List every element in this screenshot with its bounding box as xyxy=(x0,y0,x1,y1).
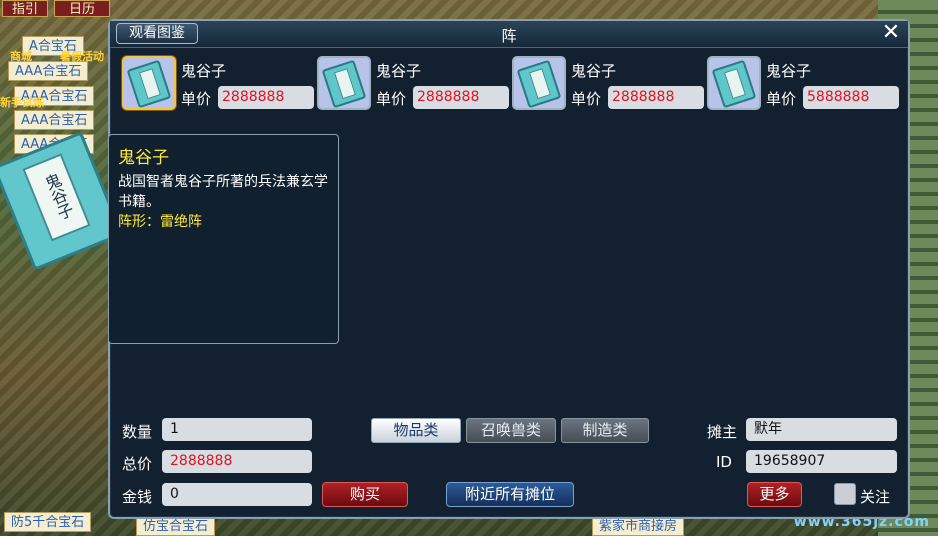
item-name: 鬼谷子 xyxy=(571,62,617,80)
item-slot[interactable]: 鬼谷子 单价 2888888 xyxy=(317,56,509,114)
follow-label: 关注 xyxy=(860,488,891,506)
tab-crafting[interactable]: 制造类 xyxy=(561,418,649,443)
price-value: 2888888 xyxy=(413,86,509,109)
price-value: 5888888 xyxy=(803,86,899,109)
item-slot[interactable]: 鬼谷子 单价 5888888 xyxy=(707,56,899,114)
tab-summons[interactable]: 召唤兽类 xyxy=(466,418,556,443)
summer-event-badge[interactable]: 暑假活动 xyxy=(60,48,104,64)
left-tag[interactable]: AAA合宝石 xyxy=(8,61,89,81)
owner-value: 默年 xyxy=(746,418,897,441)
buy-button[interactable]: 购买 xyxy=(322,482,408,507)
item-slot[interactable]: 鬼谷子 单价 2888888 xyxy=(512,56,704,114)
price-value: 2888888 xyxy=(218,86,314,109)
id-value: 19658907 xyxy=(746,450,897,473)
item-name: 鬼谷子 xyxy=(376,62,422,80)
book-cover-label: 鬼谷子 xyxy=(22,153,91,242)
quantity-input[interactable]: 1 xyxy=(162,418,312,441)
tab-items[interactable]: 物品类 xyxy=(371,418,461,443)
bottom-tag[interactable]: 防5千合宝石 xyxy=(4,512,92,532)
title-bar: 观看图鉴 阵 ✕ xyxy=(110,21,908,48)
bottom-tag[interactable]: 仿宝合宝石 xyxy=(136,516,216,536)
price-label: 单价 xyxy=(766,90,797,108)
shop-badge[interactable]: 商城 xyxy=(10,48,32,64)
tooltip-formation: 阵形：雷绝阵 xyxy=(118,214,202,230)
id-label: ID xyxy=(716,453,732,471)
tooltip-description: 战国智者鬼谷子所著的兵法兼玄学书籍。 xyxy=(118,174,328,210)
guide-button[interactable]: 指引 xyxy=(2,0,48,17)
close-icon[interactable]: ✕ xyxy=(880,22,902,44)
more-button[interactable]: 更多 xyxy=(747,482,802,507)
owner-label: 摊主 xyxy=(707,423,738,441)
total-value: 2888888 xyxy=(162,450,312,473)
item-icon-slot[interactable] xyxy=(317,56,371,110)
follow-checkbox[interactable] xyxy=(834,483,856,505)
nearby-stalls-button[interactable]: 附近所有摊位 xyxy=(446,482,574,507)
left-tag[interactable]: AAA合宝石 xyxy=(14,110,95,130)
calendar-button[interactable]: 日历 xyxy=(54,0,110,17)
money-label: 金钱 xyxy=(122,488,153,506)
book-icon xyxy=(516,59,562,109)
item-icon-slot[interactable] xyxy=(512,56,566,110)
item-tooltip: 鬼谷子 战国智者鬼谷子所著的兵法兼玄学书籍。 阵形：雷绝阵 xyxy=(108,134,339,344)
price-label: 单价 xyxy=(376,90,407,108)
item-slot[interactable]: 鬼谷子 单价 2888888 xyxy=(122,56,314,114)
item-icon-slot[interactable] xyxy=(122,56,176,110)
price-value: 2888888 xyxy=(608,86,704,109)
price-label: 单价 xyxy=(181,90,212,108)
window-title: 阵 xyxy=(501,27,517,45)
book-icon xyxy=(321,59,367,109)
quantity-label: 数量 xyxy=(122,423,153,441)
money-value: 0 xyxy=(162,483,312,506)
bottom-tag[interactable]: 紫家市商接房 xyxy=(592,516,685,536)
book-icon xyxy=(126,59,172,109)
newbie-trial-badge[interactable]: 新手试炼 xyxy=(0,94,44,110)
item-name: 鬼谷子 xyxy=(766,62,812,80)
item-icon-slot[interactable] xyxy=(707,56,761,110)
price-label: 单价 xyxy=(571,90,602,108)
item-name: 鬼谷子 xyxy=(181,62,227,80)
total-label: 总价 xyxy=(122,455,153,473)
tooltip-title: 鬼谷子 xyxy=(118,148,169,168)
book-icon xyxy=(711,59,757,109)
